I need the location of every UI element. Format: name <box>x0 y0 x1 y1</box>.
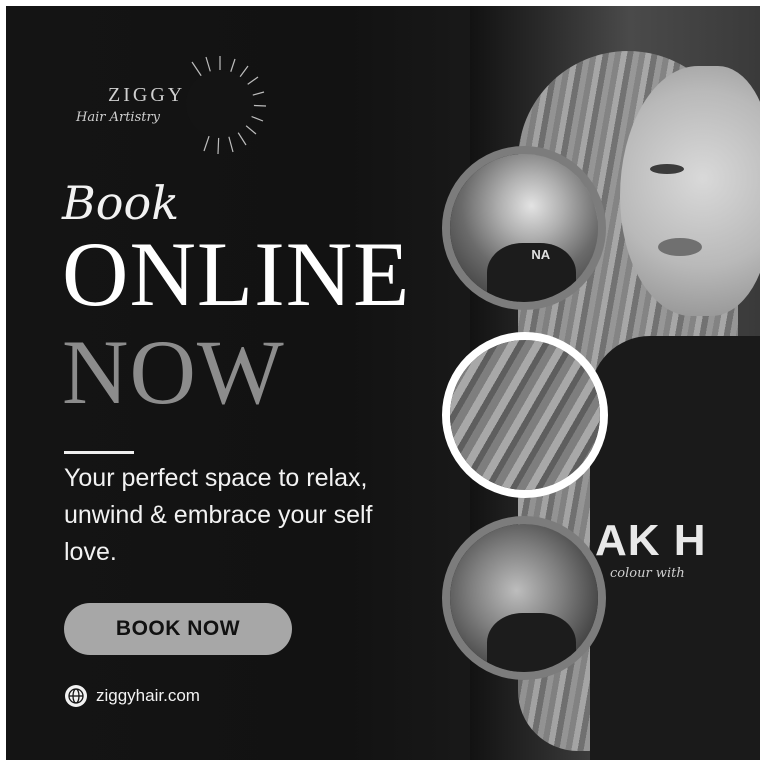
headline-online: ONLINE <box>62 223 411 325</box>
promo-banner: AK H colour with ZIGGY Hair Artistry Boo… <box>6 6 760 760</box>
gallery-photo-3 <box>442 516 606 680</box>
sunburst-icon <box>186 56 267 155</box>
page-frame: AK H colour with ZIGGY Hair Artistry Boo… <box>0 0 766 765</box>
website-url: ziggyhair.com <box>96 686 200 705</box>
promo-description: Your perfect space to relax, unwind & em… <box>64 464 373 566</box>
logo-tagline: Hair Artistry <box>76 110 161 125</box>
portrait-lips <box>658 238 702 256</box>
globe-icon <box>65 685 87 707</box>
website-link[interactable]: ziggyhair.com <box>64 684 200 708</box>
gallery-photo-1: NA <box>442 146 606 310</box>
logo-wordmark: ZIGGY <box>108 84 186 106</box>
shirt-print-subtext: colour with <box>610 566 685 581</box>
headline-book: Book <box>62 176 180 230</box>
divider-line <box>64 451 134 454</box>
portrait-eye <box>650 164 684 174</box>
shirt-print-text: AK H <box>595 516 707 565</box>
photo-1-cape-text: NA <box>531 247 551 263</box>
book-now-button[interactable]: BOOK NOW <box>64 603 292 655</box>
gallery-photo-2 <box>442 332 608 498</box>
photo-3-cape <box>487 612 576 672</box>
photo-2-image <box>450 340 600 490</box>
headline-now: NOW <box>62 321 285 423</box>
brand-logo: ZIGGY Hair Artistry <box>70 54 270 164</box>
